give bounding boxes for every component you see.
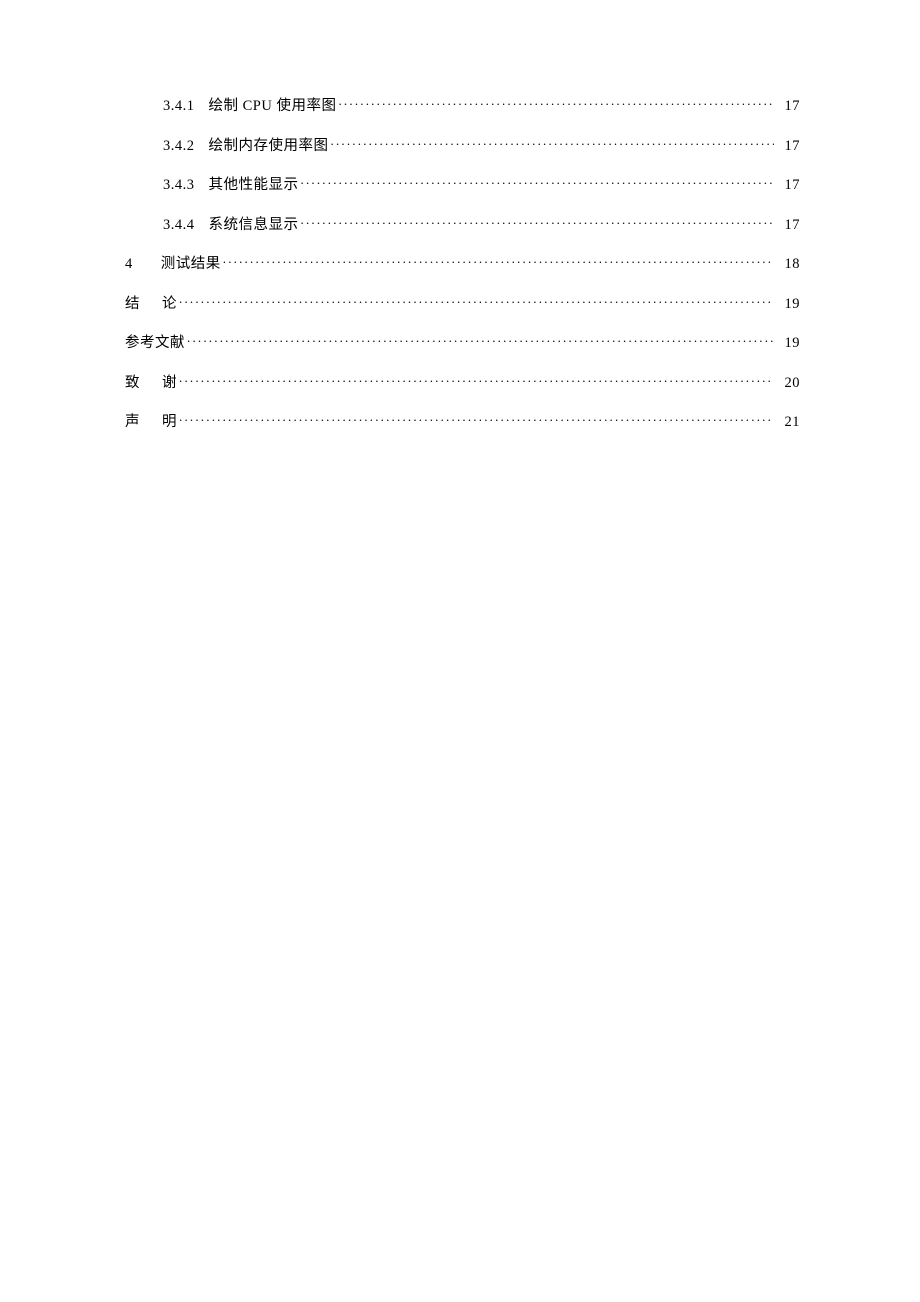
toc-entry: 参考文献 19 bbox=[125, 331, 800, 352]
toc-page: 17 bbox=[778, 138, 800, 155]
toc-page: 19 bbox=[778, 296, 800, 313]
toc-title: 明 bbox=[162, 410, 177, 431]
toc-number: 3.4.2 bbox=[163, 138, 195, 155]
toc-number: 3.4.3 bbox=[163, 177, 195, 194]
toc-title: 参考文献 bbox=[125, 331, 185, 352]
toc-page: 17 bbox=[778, 217, 800, 234]
toc-page: 18 bbox=[778, 256, 800, 273]
toc-leader-dots bbox=[187, 333, 774, 348]
toc-title: 谢 bbox=[162, 371, 177, 392]
toc-leader-dots bbox=[301, 175, 775, 190]
toc-page: 19 bbox=[778, 335, 800, 352]
toc-title: 测试结果 bbox=[161, 252, 221, 273]
toc-leader-dots bbox=[179, 412, 774, 427]
toc-title: 绘制 CPU 使用率图 bbox=[209, 94, 337, 115]
toc-leader-dots bbox=[301, 214, 775, 229]
toc-title: 其他性能显示 bbox=[209, 173, 299, 194]
toc-leader-dots bbox=[338, 96, 774, 111]
toc-entry: 3.4.3 其他性能显示 17 bbox=[125, 173, 800, 194]
toc-leader-dots bbox=[331, 135, 775, 150]
toc-number: 4 bbox=[125, 256, 133, 273]
toc-page: 17 bbox=[778, 98, 800, 115]
toc-page: 17 bbox=[778, 177, 800, 194]
toc-entry: 3.4.4 系统信息显示 17 bbox=[125, 213, 800, 234]
toc-number: 3.4.4 bbox=[163, 217, 195, 234]
toc-number: 致 bbox=[125, 371, 140, 392]
toc-number: 3.4.1 bbox=[163, 98, 195, 115]
toc-leader-dots bbox=[179, 293, 774, 308]
toc-entry: 声 明 21 bbox=[125, 410, 800, 431]
toc-page: 20 bbox=[778, 375, 800, 392]
toc-entry: 结 论 19 bbox=[125, 292, 800, 313]
toc-number: 声 bbox=[125, 410, 140, 431]
toc-entry: 致 谢 20 bbox=[125, 371, 800, 392]
toc-page: 21 bbox=[778, 414, 800, 431]
toc-title: 论 bbox=[162, 292, 177, 313]
toc-entry: 3.4.1 绘制 CPU 使用率图 17 bbox=[125, 94, 800, 115]
toc-entry: 4 测试结果 18 bbox=[125, 252, 800, 273]
toc-entry: 3.4.2 绘制内存使用率图 17 bbox=[125, 134, 800, 155]
toc-title: 系统信息显示 bbox=[209, 213, 299, 234]
toc-title: 绘制内存使用率图 bbox=[209, 134, 329, 155]
toc-leader-dots bbox=[223, 254, 774, 269]
toc-leader-dots bbox=[179, 372, 774, 387]
toc-number: 结 bbox=[125, 292, 140, 313]
toc-container: 3.4.1 绘制 CPU 使用率图 17 3.4.2 绘制内存使用率图 17 3… bbox=[125, 94, 800, 431]
